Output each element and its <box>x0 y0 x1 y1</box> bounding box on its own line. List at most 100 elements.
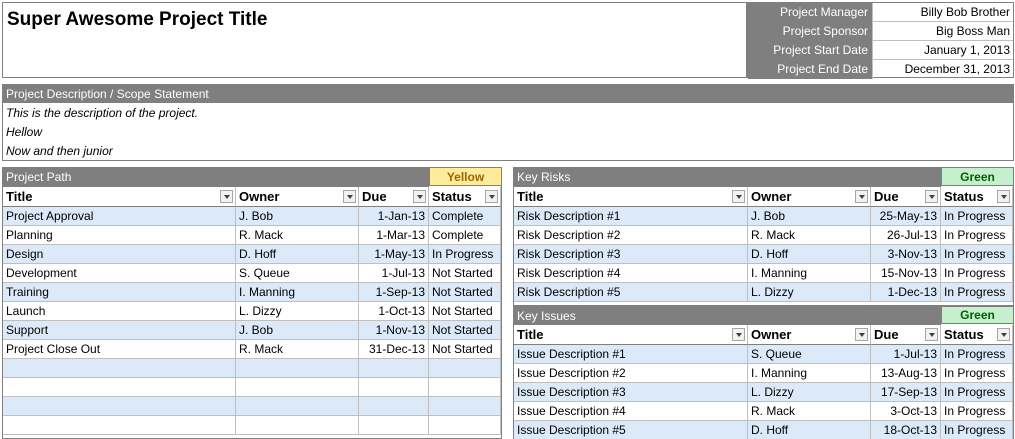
cell-owner[interactable]: I. Manning <box>748 264 871 283</box>
cell-owner[interactable]: J. Bob <box>748 207 871 226</box>
cell-owner[interactable]: S. Queue <box>748 345 871 364</box>
cell-owner[interactable] <box>236 359 359 378</box>
cell-title[interactable]: Risk Description #1 <box>514 207 748 226</box>
cell-title[interactable] <box>3 378 236 397</box>
cell-status[interactable]: In Progress <box>941 402 1013 421</box>
cell-status[interactable]: In Progress <box>941 364 1013 383</box>
cell-owner[interactable]: S. Queue <box>236 264 359 283</box>
cell-owner[interactable]: J. Bob <box>236 321 359 340</box>
cell-status[interactable]: In Progress <box>941 264 1013 283</box>
cell-owner[interactable]: J. Bob <box>236 207 359 226</box>
cell-due[interactable]: 17-Sep-13 <box>871 383 941 402</box>
page-title[interactable]: Super Awesome Project Title <box>7 9 267 31</box>
cell-owner[interactable]: R. Mack <box>236 340 359 359</box>
filter-dropdown-icon[interactable] <box>997 328 1010 341</box>
cell-due[interactable]: 1-Oct-13 <box>359 302 429 321</box>
cell-due[interactable]: 1-May-13 <box>359 245 429 264</box>
cell-due[interactable]: 13-Aug-13 <box>871 364 941 383</box>
description-line[interactable]: This is the description of the project. <box>6 104 198 122</box>
cell-status[interactable]: Not Started <box>429 264 501 283</box>
cell-due[interactable] <box>359 397 429 416</box>
cell-owner[interactable] <box>236 416 359 435</box>
cell-status[interactable]: In Progress <box>941 245 1013 264</box>
cell-status[interactable]: In Progress <box>429 245 501 264</box>
cell-due[interactable]: 1-Sep-13 <box>359 283 429 302</box>
key-issues-status-badge[interactable]: Green <box>941 306 1014 324</box>
cell-status[interactable] <box>429 397 501 416</box>
cell-status[interactable]: In Progress <box>941 226 1013 245</box>
filter-dropdown-icon[interactable] <box>855 328 868 341</box>
cell-title[interactable]: Issue Description #5 <box>514 421 748 439</box>
cell-due[interactable] <box>359 359 429 378</box>
cell-owner[interactable] <box>236 397 359 416</box>
cell-title[interactable]: Risk Description #5 <box>514 283 748 302</box>
filter-dropdown-icon[interactable] <box>732 190 745 203</box>
cell-due[interactable]: 3-Oct-13 <box>871 402 941 421</box>
info-value[interactable]: Billy Bob Brother <box>872 3 1013 22</box>
cell-title[interactable]: Launch <box>3 302 236 321</box>
cell-status[interactable] <box>429 378 501 397</box>
cell-title[interactable]: Issue Description #1 <box>514 345 748 364</box>
cell-owner[interactable] <box>236 378 359 397</box>
cell-status[interactable]: In Progress <box>941 345 1013 364</box>
cell-status[interactable]: Not Started <box>429 283 501 302</box>
description-line[interactable]: Hellow <box>6 123 42 141</box>
filter-dropdown-icon[interactable] <box>485 190 498 203</box>
cell-due[interactable]: 3-Nov-13 <box>871 245 941 264</box>
cell-status[interactable]: In Progress <box>941 207 1013 226</box>
cell-owner[interactable]: L. Dizzy <box>748 283 871 302</box>
cell-owner[interactable]: R. Mack <box>748 226 871 245</box>
cell-due[interactable]: 1-Jul-13 <box>871 345 941 364</box>
filter-dropdown-icon[interactable] <box>997 190 1010 203</box>
info-value[interactable]: Big Boss Man <box>872 22 1013 41</box>
cell-status[interactable]: Complete <box>429 207 501 226</box>
project-path-status-badge[interactable]: Yellow <box>429 167 502 186</box>
filter-dropdown-icon[interactable] <box>220 190 233 203</box>
cell-title[interactable] <box>3 397 236 416</box>
cell-due[interactable] <box>359 378 429 397</box>
cell-title[interactable]: Risk Description #2 <box>514 226 748 245</box>
info-value[interactable]: December 31, 2013 <box>872 60 1013 79</box>
cell-due[interactable]: 25-May-13 <box>871 207 941 226</box>
cell-due[interactable] <box>359 416 429 435</box>
cell-title[interactable] <box>3 416 236 435</box>
filter-dropdown-icon[interactable] <box>855 190 868 203</box>
cell-status[interactable]: In Progress <box>941 383 1013 402</box>
description-line[interactable]: Now and then junior <box>6 142 113 160</box>
cell-due[interactable]: 1-Mar-13 <box>359 226 429 245</box>
cell-title[interactable]: Design <box>3 245 236 264</box>
cell-owner[interactable]: R. Mack <box>748 402 871 421</box>
filter-dropdown-icon[interactable] <box>925 190 938 203</box>
filter-dropdown-icon[interactable] <box>413 190 426 203</box>
cell-title[interactable] <box>3 359 236 378</box>
cell-owner[interactable]: D. Hoff <box>236 245 359 264</box>
cell-status[interactable]: Complete <box>429 226 501 245</box>
cell-status[interactable]: In Progress <box>941 421 1013 439</box>
cell-due[interactable]: 1-Jul-13 <box>359 264 429 283</box>
cell-title[interactable]: Development <box>3 264 236 283</box>
cell-title[interactable]: Project Approval <box>3 207 236 226</box>
cell-title[interactable]: Issue Description #2 <box>514 364 748 383</box>
filter-dropdown-icon[interactable] <box>343 190 356 203</box>
cell-due[interactable]: 26-Jul-13 <box>871 226 941 245</box>
cell-due[interactable]: 31-Dec-13 <box>359 340 429 359</box>
cell-owner[interactable]: L. Dizzy <box>748 383 871 402</box>
cell-title[interactable]: Issue Description #4 <box>514 402 748 421</box>
info-value[interactable]: January 1, 2013 <box>872 41 1013 60</box>
cell-status[interactable] <box>429 416 501 435</box>
cell-owner[interactable]: D. Hoff <box>748 421 871 439</box>
cell-title[interactable]: Risk Description #3 <box>514 245 748 264</box>
cell-due[interactable]: 18-Oct-13 <box>871 421 941 439</box>
cell-due[interactable]: 15-Nov-13 <box>871 264 941 283</box>
cell-status[interactable]: Not Started <box>429 340 501 359</box>
cell-owner[interactable]: I. Manning <box>748 364 871 383</box>
cell-title[interactable]: Training <box>3 283 236 302</box>
cell-owner[interactable]: I. Manning <box>236 283 359 302</box>
cell-status[interactable]: Not Started <box>429 302 501 321</box>
cell-owner[interactable]: L. Dizzy <box>236 302 359 321</box>
cell-title[interactable]: Risk Description #4 <box>514 264 748 283</box>
cell-title[interactable]: Issue Description #3 <box>514 383 748 402</box>
cell-title[interactable]: Planning <box>3 226 236 245</box>
cell-status[interactable] <box>429 359 501 378</box>
cell-owner[interactable]: R. Mack <box>236 226 359 245</box>
